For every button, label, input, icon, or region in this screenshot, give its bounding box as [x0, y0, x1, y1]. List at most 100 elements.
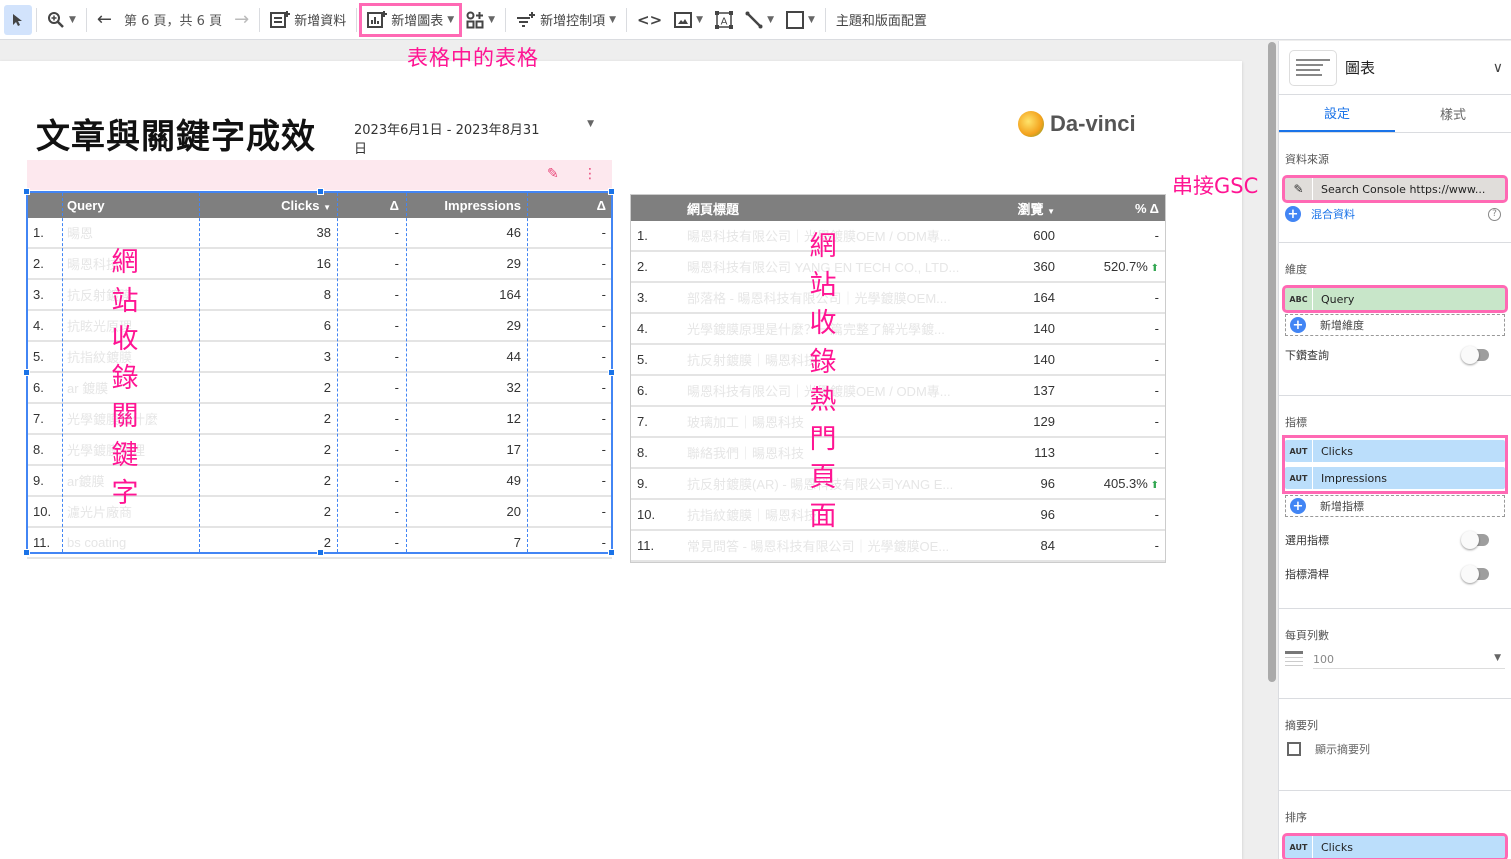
- table-row[interactable]: 6. 暘恩科技有限公司｜光學鍍膜OEM / ODM專... 137-: [631, 376, 1165, 407]
- data-source-value: Search Console https://www...: [1321, 182, 1486, 196]
- drill-down-toggle[interactable]: [1461, 346, 1489, 364]
- row-index: 1.: [637, 228, 648, 243]
- add-metric-button[interactable]: + 新增指標: [1285, 495, 1505, 517]
- impressions-delta-cell: -: [601, 411, 606, 426]
- checkbox[interactable]: [1287, 742, 1301, 756]
- clicks-cell: 2: [323, 535, 331, 550]
- pages-table[interactable]: 網頁標題 瀏覽 ▼ % Δ 1. 暘恩科技有限公司｜光學鍍膜OEM / ODM專.…: [630, 194, 1166, 563]
- views-header-label: 瀏覽: [1017, 201, 1044, 217]
- metric-type-badge: AUT: [1285, 440, 1313, 462]
- table-row[interactable]: 9. 抗反射鍍膜(AR) - 暘恩科技有限公司YANG E... 96 405.3% …: [631, 469, 1165, 500]
- rows-per-page-section: 每頁列數 100 ▼: [1279, 609, 1511, 699]
- metric-chip-clicks[interactable]: AUT Clicks: [1285, 440, 1505, 462]
- add-component-button[interactable]: ▼: [460, 5, 501, 35]
- select-tool-button[interactable]: [4, 4, 32, 35]
- add-data-button[interactable]: 新增資料: [264, 5, 352, 35]
- summary-row-label: 摘要列: [1285, 719, 1318, 732]
- plus-circle-icon: +: [1290, 317, 1306, 333]
- table-row[interactable]: 1. 暘恩科技有限公司｜光學鍍膜OEM / ODM專... 600-: [631, 221, 1165, 252]
- table-row[interactable]: 11. 常見問答 - 暘恩科技有限公司｜光學鍍膜OE... 84 -: [631, 531, 1165, 562]
- date-range-value: 2023年6月1日 - 2023年8月31日: [354, 123, 540, 157]
- column-header-views[interactable]: 瀏覽 ▼: [981, 199, 1061, 218]
- chevron-down-icon[interactable]: ∨: [1493, 60, 1503, 76]
- blend-data-link[interactable]: + 混合資料 ?: [1285, 206, 1505, 222]
- add-data-label: 新增資料: [294, 14, 347, 29]
- row-index: 5.: [33, 349, 44, 364]
- impressions-delta-cell: -: [601, 318, 606, 333]
- optional-metrics-toggle[interactable]: [1461, 531, 1489, 549]
- pencil-icon[interactable]: ✎: [1285, 178, 1313, 200]
- table-row[interactable]: 7. 玻璃加工｜暘恩科技 129-: [631, 407, 1165, 438]
- text-box-button[interactable]: A: [709, 5, 739, 35]
- views-cell: 129: [1033, 414, 1055, 429]
- data-source-chip[interactable]: ✎ Search Console https://www...: [1282, 175, 1508, 203]
- views-cell: 84: [1040, 538, 1055, 553]
- column-header-clicks-delta[interactable]: Δ: [337, 198, 405, 213]
- tab-setup[interactable]: 設定: [1279, 95, 1395, 132]
- more-vert-icon[interactable]: ⋮: [583, 166, 597, 182]
- column-header-views-delta[interactable]: % Δ: [1061, 201, 1165, 216]
- add-control-icon: [517, 11, 536, 27]
- prev-page-button[interactable]: ←: [91, 5, 118, 35]
- metric-slider-label: 指標滑桿: [1285, 568, 1329, 581]
- delta-value: -: [1154, 507, 1159, 522]
- clicks-cell: 3: [323, 349, 331, 364]
- metric-slider-toggle[interactable]: [1461, 565, 1489, 583]
- canvas-area: 文章與關鍵字成效 2023年6月1日 - 2023年8月31日 ▼ Da-vin…: [0, 41, 1266, 859]
- row-index: 10.: [637, 507, 656, 522]
- column-header-impressions[interactable]: Impressions: [405, 198, 527, 213]
- panel-title: 圖表: [1345, 59, 1376, 77]
- logo: Da-vinci: [1018, 111, 1136, 137]
- theme-layout-button[interactable]: 主題和版面配置: [830, 5, 933, 35]
- embed-code-button[interactable]: <>: [631, 5, 668, 35]
- table-row[interactable]: 10. 抗指紋鍍膜｜暘恩科技 96-: [631, 500, 1165, 531]
- show-summary-option[interactable]: 顯示摘要列: [1285, 741, 1505, 757]
- line-button[interactable]: ▼: [739, 5, 780, 35]
- column-header-page-title[interactable]: 網頁標題: [681, 199, 981, 218]
- column-header-query[interactable]: Query: [61, 198, 199, 213]
- rows-per-page-select[interactable]: 100 ▼: [1285, 651, 1505, 669]
- arrow-up-icon: ⬆: [1147, 480, 1159, 491]
- help-icon[interactable]: ?: [1488, 207, 1501, 221]
- views-delta-cell: -: [1061, 228, 1165, 243]
- sort-chip-clicks[interactable]: AUT Clicks: [1282, 833, 1508, 859]
- column-header-impressions-delta[interactable]: Δ: [527, 198, 612, 213]
- canvas-scrollbar-thumb[interactable]: [1268, 42, 1276, 682]
- add-control-button[interactable]: 新增控制項 ▼: [510, 5, 622, 35]
- shape-button[interactable]: ▼: [780, 5, 821, 35]
- column-header-clicks[interactable]: Clicks ▼: [199, 198, 337, 213]
- panel-header[interactable]: 圖表 ∨: [1279, 41, 1511, 95]
- table-row[interactable]: 2. 暘恩科技有限公司 YANG EN TECH CO., LTD... 360 52…: [631, 252, 1165, 283]
- edit-pencil-icon[interactable]: ✎: [547, 166, 559, 182]
- views-cell: 96: [1040, 476, 1055, 491]
- drill-down-row: 下鑽查詢: [1285, 340, 1505, 370]
- impressions-cell: 20: [506, 504, 521, 519]
- zoom-button[interactable]: ▼: [41, 5, 82, 35]
- table-row[interactable]: 11. bs coating 2 - 7 -: [27, 528, 612, 559]
- table-row[interactable]: 3. 部落格 - 暘恩科技有限公司｜光學鍍膜OEM... 164-: [631, 283, 1165, 314]
- impressions-delta-cell: -: [601, 256, 606, 271]
- row-index: 11.: [33, 535, 51, 550]
- date-range-control[interactable]: 2023年6月1日 - 2023年8月31日 ▼: [354, 119, 594, 157]
- metric-name: Clicks: [1321, 444, 1353, 458]
- rows-icon: [1285, 651, 1303, 669]
- impressions-delta-cell: -: [601, 349, 606, 364]
- image-button[interactable]: ▼: [668, 5, 709, 35]
- tab-style[interactable]: 樣式: [1395, 95, 1511, 132]
- table-row[interactable]: 5. 抗反射鍍膜｜暘恩科技 140-: [631, 345, 1165, 376]
- annotation-char: 網: [809, 231, 837, 262]
- views-cell: 164: [1033, 290, 1055, 305]
- annotation-char: 熱: [809, 385, 837, 416]
- metric-chip-impressions[interactable]: AUT Impressions: [1285, 467, 1505, 489]
- table-row[interactable]: 8. 聯絡我們｜暘恩科技 113-: [631, 438, 1165, 469]
- clicks-delta-cell: -: [394, 256, 399, 271]
- clicks-delta-cell: -: [394, 411, 399, 426]
- next-page-button[interactable]: →: [228, 5, 255, 35]
- arrow-left-icon: ←: [96, 9, 113, 30]
- panel-tabs: 設定 樣式: [1279, 95, 1511, 133]
- summary-row-section: 摘要列 顯示摘要列: [1279, 699, 1511, 791]
- add-chart-button[interactable]: 新增圖表 ▼: [359, 2, 463, 37]
- table-row[interactable]: 4. 光學鍍膜原理是什麼？一篇完整了解光學鍍... 140-: [631, 314, 1165, 345]
- add-dimension-button[interactable]: + 新增維度: [1285, 314, 1505, 336]
- dimension-chip-query[interactable]: ABC Query: [1282, 285, 1508, 313]
